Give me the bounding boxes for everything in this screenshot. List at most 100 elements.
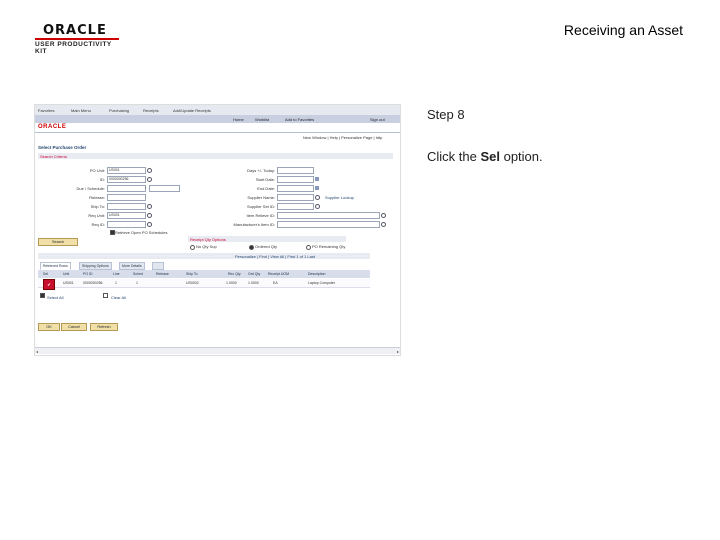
po-id-field[interactable]: 0000000256 [107,176,146,183]
lookup-icon[interactable] [147,177,152,182]
link-add-favorites[interactable]: Add to Favorites [285,117,314,122]
label-due: Due / Schedule: [76,186,105,191]
lookup-icon[interactable] [147,204,152,209]
radio-po-remaining[interactable] [306,245,311,250]
nav-favorites[interactable]: Favorites [38,108,54,113]
radio-ordered-qty[interactable] [249,245,254,250]
due-to-field[interactable] [149,185,180,192]
col-line: Line [113,272,120,276]
table-row: ✔ US001 0000000256 1 1 US0002 1.0000 1.0… [38,279,370,290]
label-mfg-item: Manufacturer's Item ID: [233,222,275,227]
label-req-unit: Req Unit: [88,213,105,218]
instruction-suffix: option. [499,149,543,164]
app-oracle-logo: ORACLE [38,124,67,130]
slide-title: Receiving an Asset [563,22,683,38]
tab-shipping-options[interactable]: Shipping Options [79,262,112,270]
horizontal-scrollbar[interactable]: ◂ ▸ [35,347,400,354]
po-unit-field[interactable]: US001 [107,167,146,174]
instruction-text: Click the Sel option. [427,149,543,164]
radio-po-remaining-label: PO Remaining Qty [312,244,346,249]
oracle-upk-logo: ORACLE USER PRODUCTIVITY KIT [35,24,125,55]
instruction-bold: Sel [480,149,500,164]
cell-unit: US001 [63,281,74,285]
label-item-id: Item Relieve ID: [246,213,275,218]
instruction-prefix: Click the [427,149,481,164]
col-ship-to: Ship To [186,272,198,276]
req-id-field[interactable] [107,221,146,228]
scroll-left-icon[interactable]: ◂ [36,349,38,354]
logo-oracle-text: ORACLE [43,23,107,38]
due-field[interactable] [107,185,146,192]
page-title: Select Purchase Order [38,145,87,150]
nav-main-menu[interactable]: Main Menu [71,108,91,113]
ok-button[interactable]: OK [38,323,60,331]
range-slash: / [145,185,147,190]
refresh-button[interactable]: Refresh [90,323,118,331]
cell-description: Laptop Computer [308,281,336,285]
select-all-link[interactable]: Select All [47,295,63,300]
select-all-checkbox[interactable] [40,293,45,298]
grid-nav[interactable]: Personalize | Find | View All | First 1 … [235,254,315,259]
lookup-icon[interactable] [315,195,320,200]
sel-checkbox[interactable]: ✔ [43,279,55,290]
label-po-unit: PO Unit: [89,168,105,173]
lookup-icon[interactable] [147,222,152,227]
supplier-name-field[interactable] [277,194,314,201]
mfg-item-field[interactable] [277,221,380,228]
calendar-icon[interactable] [315,186,319,190]
col-description: Description [308,272,326,276]
label-supplier-name: Supplier Name: [247,195,275,200]
supplier-lookup-link[interactable]: Supplier Lookup [325,195,354,200]
tab-show-all-icon[interactable] [152,262,164,270]
nav-purchasing[interactable]: Purchasing [109,108,129,113]
nav-receipts[interactable]: Receipts [143,108,159,113]
criteria-section [38,153,393,159]
days-field[interactable] [277,167,314,174]
radio-ordered-qty-label: Ordered Qty [255,244,278,249]
nav-add-update-receipts[interactable]: Add/Update Receipts [173,108,211,113]
clear-all-checkbox[interactable] [103,293,108,298]
tab-retrieved-rows[interactable]: Retrieved Rows [40,262,71,270]
cancel-button[interactable]: Cancel [61,323,87,331]
radio-no-qty[interactable] [190,245,195,250]
lookup-icon[interactable] [315,204,320,209]
criteria-header: Search Criteria [40,154,67,159]
end-date-field[interactable] [277,185,314,192]
col-ord-qty: Ord Qty [248,272,261,276]
col-rec-qty: Rec Qty [228,272,241,276]
cell-line: 1 [115,281,117,285]
lookup-icon[interactable] [147,168,152,173]
calendar-icon[interactable] [315,177,319,181]
lookup-icon[interactable] [381,213,386,218]
label-req-id: Req ID: [91,222,105,227]
lookup-icon[interactable] [147,213,152,218]
qty-options-header: Receipt Qty Options [190,237,226,242]
lookup-icon[interactable] [381,222,386,227]
req-unit-field[interactable]: US001 [107,212,146,219]
label-release: Release: [89,195,105,200]
tab-more-details[interactable]: More Details [119,262,145,270]
col-sched: Sched [133,272,143,276]
utility-links[interactable]: New Window | Help | Personalize Page | h… [303,135,382,140]
clear-all-link[interactable]: Clear All [111,295,126,300]
col-sel: Sel [43,272,49,276]
label-start-date: Start Date: [255,177,275,182]
item-id-field[interactable] [277,212,380,219]
cell-uom: EA [273,281,278,285]
radio-no-qty-label: No Qty Sup [196,244,217,249]
link-sign-out[interactable]: Sign out [370,117,385,122]
retrieve-label: Retrieve Open PO Schedules [115,230,168,235]
label-supplier-set: Supplier Set ID: [246,204,275,209]
app-screenshot: Favorites Main Menu Purchasing Receipts … [34,104,401,356]
link-home[interactable]: Home [233,117,244,122]
link-worklist[interactable]: Worklist [255,117,269,122]
step-label: Step 8 [427,107,465,122]
supplier-set-field[interactable] [277,203,314,210]
scroll-right-icon[interactable]: ▸ [397,349,399,354]
label-id: ID: [99,177,105,182]
search-button[interactable]: Search [38,238,78,246]
release-field[interactable] [107,194,146,201]
top-breadcrumb-bar: Favorites Main Menu Purchasing Receipts … [35,105,400,115]
ship-to-field[interactable] [107,203,146,210]
start-date-field[interactable] [277,176,314,183]
